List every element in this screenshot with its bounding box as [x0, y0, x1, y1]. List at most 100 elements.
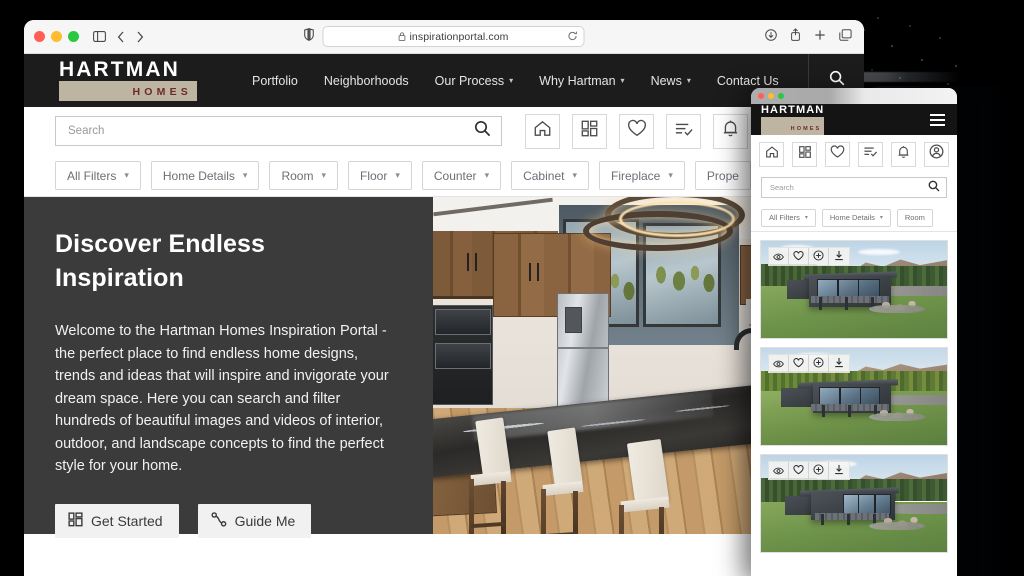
tablet-image-grid [751, 232, 957, 561]
heart-icon-button[interactable] [825, 141, 850, 167]
bell-icon-button[interactable] [891, 141, 916, 167]
desktop-browser-window: inspirationportal.com HARTMAN HOMES Port… [24, 20, 864, 576]
eye-view-icon-button[interactable] [769, 462, 789, 479]
site-header: HARTMAN HOMES Portfolio Neighborhoods Ou… [24, 54, 864, 107]
heart-icon-button[interactable] [619, 113, 654, 149]
plus-add-icon-button[interactable] [809, 462, 829, 479]
minimize-window-button[interactable] [768, 93, 774, 99]
forward-icon[interactable] [136, 31, 144, 43]
eye-view-icon-button[interactable] [769, 355, 789, 372]
heart-icon-button[interactable] [789, 248, 809, 265]
site-logo[interactable]: HARTMAN HOMES [59, 59, 197, 101]
tablet-icon-row [751, 135, 957, 173]
get-started-button[interactable]: Get Started [55, 503, 179, 538]
plus-add-icon-button[interactable] [809, 248, 829, 265]
close-window-button[interactable] [758, 93, 764, 99]
guide-me-button[interactable]: Guide Me [197, 503, 312, 538]
plus-add-icon [813, 355, 824, 373]
filter-chip-cabinet[interactable]: Cabinet ▾ [511, 161, 589, 190]
dashboard-grid-icon-button[interactable] [572, 113, 607, 149]
back-icon[interactable] [117, 31, 125, 43]
nav-label: Why Hartman [539, 73, 616, 88]
url-input[interactable]: inspirationportal.com [322, 26, 585, 47]
heart-icon-button[interactable] [789, 355, 809, 372]
download-icon-button[interactable] [829, 248, 849, 265]
user-account-icon [929, 144, 944, 164]
maximize-window-button[interactable] [778, 93, 784, 99]
chevron-down-icon: ▾ [668, 170, 673, 180]
nav-item-our-process[interactable]: Our Process ▾ [435, 74, 513, 88]
image-card[interactable] [760, 454, 948, 553]
heart-icon [793, 248, 804, 266]
eye-view-icon [773, 248, 784, 266]
hero-button-group: Get Started Guide Me [55, 503, 399, 538]
chevron-down-icon: ▾ [395, 170, 400, 180]
hero-text-panel: Discover Endless Inspiration Welcome to … [24, 197, 433, 538]
plus-add-icon-button[interactable] [809, 355, 829, 372]
privacy-shield-icon[interactable] [304, 27, 315, 46]
download-icon-button[interactable] [829, 355, 849, 372]
search-input[interactable]: Search [761, 177, 947, 198]
tab-overview-icon[interactable] [839, 28, 852, 46]
home-icon-button[interactable] [759, 141, 784, 167]
nav-item-neighborhoods[interactable]: Neighborhoods [324, 74, 409, 88]
browser-nav-controls [93, 31, 144, 43]
filter-chip-room[interactable]: Room [896, 208, 933, 227]
bell-icon-button[interactable] [713, 113, 748, 149]
filter-label: Home Details [162, 168, 235, 183]
dashboard-grid-icon-button[interactable] [792, 141, 817, 167]
list-check-icon-button[interactable] [858, 141, 883, 167]
close-window-button[interactable] [34, 31, 45, 42]
nav-label: Our Process [434, 73, 505, 88]
list-check-icon-button[interactable] [666, 113, 701, 149]
window-traffic-lights[interactable] [34, 31, 79, 42]
tablet-site-logo[interactable]: HARTMAN HOMES [761, 104, 825, 135]
new-tab-icon[interactable] [814, 28, 826, 46]
filter-chip-all-filters[interactable]: All Filters ▾ [55, 161, 141, 190]
toolbar-icon-row [525, 113, 748, 149]
nav-item-contact-us[interactable]: Contact Us [717, 74, 779, 88]
downloads-icon[interactable] [765, 28, 777, 46]
nav-label: Neighborhoods [323, 73, 409, 88]
filter-chip-home-details[interactable]: Home Details ▾ [150, 161, 260, 190]
chevron-down-icon: ▾ [509, 76, 514, 85]
logo-subtext: HOMES [132, 86, 192, 98]
bell-icon [897, 145, 910, 164]
url-text: inspirationportal.com [409, 30, 509, 43]
download-icon [834, 462, 844, 480]
image-card[interactable] [760, 240, 948, 339]
hero-section: Discover Endless Inspiration Welcome to … [24, 197, 864, 538]
eye-view-icon-button[interactable] [769, 248, 789, 265]
nav-item-why-hartman[interactable]: Why Hartman ▾ [539, 74, 624, 88]
nav-item-portfolio[interactable]: Portfolio [252, 74, 298, 88]
minimize-window-button[interactable] [51, 31, 62, 42]
filter-chip-all-filters[interactable]: All Filters ▾ [761, 208, 816, 227]
chevron-down-icon: ▾ [572, 170, 577, 180]
search-input[interactable]: Search [55, 116, 502, 146]
user-account-icon-button[interactable] [924, 141, 949, 167]
maximize-window-button[interactable] [68, 31, 79, 42]
filter-chip-property[interactable]: Prope [694, 161, 751, 190]
filter-chip-fireplace[interactable]: Fireplace ▾ [599, 161, 685, 190]
home-icon-button[interactable] [525, 113, 560, 149]
nav-item-news[interactable]: News ▾ [651, 74, 691, 88]
filter-chip-counter[interactable]: Counter ▾ [421, 161, 502, 190]
sidebar-icon[interactable] [93, 31, 106, 42]
browser-chrome-bar: inspirationportal.com [24, 20, 864, 54]
share-icon[interactable] [790, 27, 801, 46]
filter-chip-home-details[interactable]: Home Details ▾ [821, 208, 891, 227]
search-icon[interactable] [474, 120, 491, 142]
image-card[interactable] [760, 347, 948, 446]
heart-icon [830, 144, 845, 164]
download-icon-button[interactable] [829, 462, 849, 479]
search-icon[interactable] [928, 179, 940, 197]
tablet-filter-bar: All Filters ▾ Home Details ▾ Room [751, 204, 957, 232]
filter-chip-room[interactable]: Room ▾ [269, 161, 338, 190]
reload-icon[interactable] [568, 28, 578, 46]
hamburger-menu-icon[interactable] [930, 113, 945, 126]
heart-icon [627, 119, 647, 143]
heart-icon [793, 355, 804, 373]
logo-subtext: HOMES [790, 125, 822, 132]
filter-chip-floor[interactable]: Floor ▾ [347, 161, 412, 190]
heart-icon-button[interactable] [789, 462, 809, 479]
